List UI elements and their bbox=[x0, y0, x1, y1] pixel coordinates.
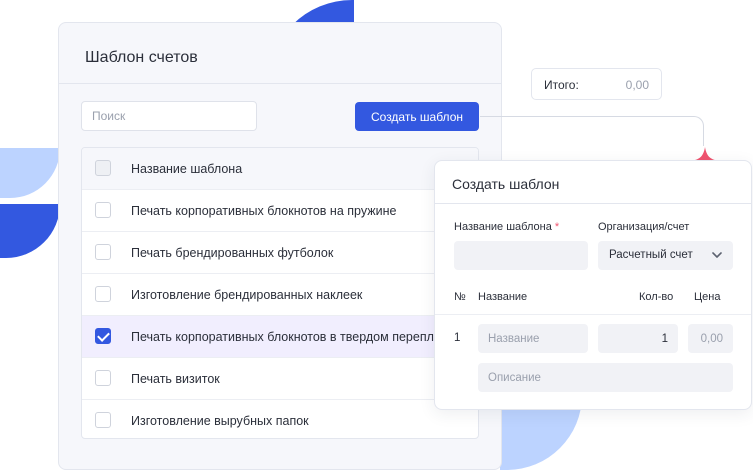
panel-title: Шаблон счетов bbox=[85, 49, 198, 66]
row-template-name: Печать визиток bbox=[131, 371, 220, 386]
table-row[interactable]: Печать корпоративных блокнотов на пружин… bbox=[82, 190, 478, 232]
table-row-selected[interactable]: Печать корпоративных блокнотов в твердом… bbox=[82, 316, 478, 358]
table-row[interactable]: Печать брендированных футболок bbox=[82, 232, 478, 274]
modal-divider bbox=[435, 203, 751, 204]
column-price: Цена bbox=[694, 291, 721, 303]
connector-curve bbox=[682, 116, 704, 146]
row-checkbox[interactable] bbox=[95, 202, 111, 218]
table-row[interactable]: Печать визиток bbox=[82, 358, 478, 400]
item-price-field[interactable] bbox=[688, 324, 733, 353]
search-input[interactable] bbox=[81, 101, 257, 131]
row-checkbox[interactable] bbox=[95, 286, 111, 302]
total-value: 0,00 bbox=[625, 78, 649, 92]
table-row[interactable]: Изготовление брендированных наклеек bbox=[82, 274, 478, 316]
modal-title: Создать шаблон bbox=[452, 176, 560, 192]
decor-left-dark-shape bbox=[0, 204, 60, 258]
templates-table: Название шаблона Печать корпоративных бл… bbox=[81, 147, 479, 439]
create-template-button[interactable]: Создать шаблон bbox=[355, 102, 479, 131]
template-name-field[interactable] bbox=[454, 241, 588, 270]
required-mark: * bbox=[554, 221, 560, 233]
org-account-value: Расчетный счет bbox=[609, 249, 693, 261]
row-template-name: Печать корпоративных блокнотов в твердом… bbox=[131, 329, 454, 344]
column-header-template-name: Название шаблона bbox=[131, 161, 243, 176]
row-checkbox[interactable] bbox=[95, 370, 111, 386]
row-template-name: Печать корпоративных блокнотов на пружин… bbox=[131, 203, 397, 218]
chevron-down-icon bbox=[712, 252, 722, 258]
column-name: Название bbox=[478, 291, 528, 303]
table-header-row: Название шаблона bbox=[82, 148, 478, 190]
row-template-name: Печать брендированных футболок bbox=[131, 245, 334, 260]
row-template-name: Изготовление вырубных папок bbox=[131, 414, 309, 428]
connector-line bbox=[480, 116, 690, 117]
total-box: Итого: 0,00 bbox=[531, 68, 662, 100]
column-quantity: Кол-во bbox=[639, 291, 674, 303]
row-checkbox[interactable] bbox=[95, 412, 111, 428]
select-all-checkbox[interactable] bbox=[95, 160, 111, 176]
org-account-select[interactable]: Расчетный счет bbox=[598, 241, 733, 270]
item-quantity-field[interactable] bbox=[598, 324, 678, 353]
column-number: № bbox=[454, 291, 466, 303]
template-name-label: Название шаблона * bbox=[454, 221, 560, 233]
row-checkbox-checked[interactable] bbox=[95, 328, 111, 344]
columns-divider bbox=[435, 314, 751, 315]
table-row[interactable]: Изготовление вырубных папок bbox=[82, 400, 478, 438]
decor-left-light-shape bbox=[0, 148, 60, 198]
item-description-field[interactable] bbox=[478, 363, 733, 392]
item-row-number: 1 bbox=[454, 332, 461, 344]
total-label: Итого: bbox=[544, 78, 579, 92]
row-template-name: Изготовление брендированных наклеек bbox=[131, 287, 363, 302]
create-template-modal: Создать шаблон Название шаблона * Органи… bbox=[434, 160, 752, 410]
row-checkbox[interactable] bbox=[95, 244, 111, 260]
panel-divider bbox=[59, 83, 501, 84]
item-name-field[interactable] bbox=[478, 324, 588, 353]
org-account-label: Организация/счет bbox=[598, 221, 690, 233]
